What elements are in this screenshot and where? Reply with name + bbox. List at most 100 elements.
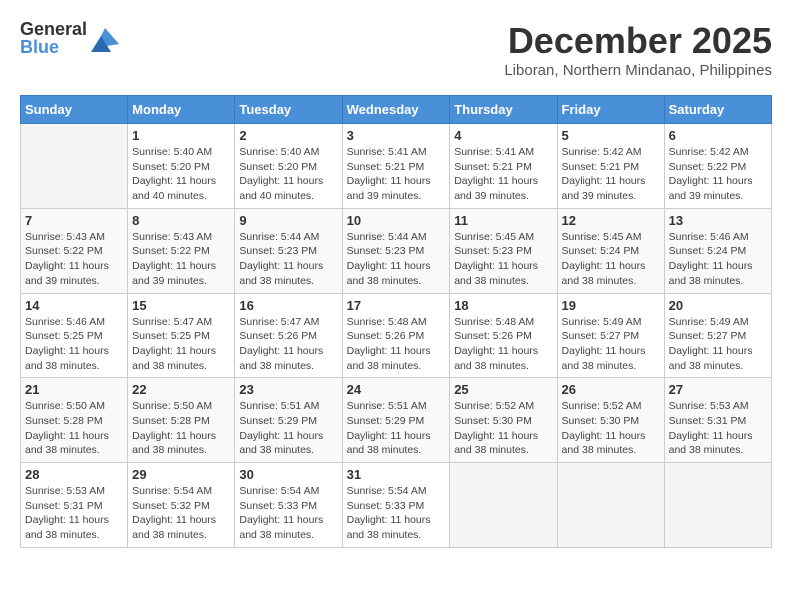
- calendar-day-header: Friday: [557, 96, 664, 124]
- day-info: Sunrise: 5:54 AMSunset: 5:33 PMDaylight:…: [239, 484, 337, 543]
- calendar-day-cell: 19 Sunrise: 5:49 AMSunset: 5:27 PMDayligh…: [557, 293, 664, 378]
- calendar-day-cell: 16 Sunrise: 5:47 AMSunset: 5:26 PMDayligh…: [235, 293, 342, 378]
- day-number: 29: [132, 467, 230, 482]
- day-number: 8: [132, 213, 230, 228]
- calendar-day-header: Monday: [128, 96, 235, 124]
- day-info: Sunrise: 5:40 AMSunset: 5:20 PMDaylight:…: [239, 145, 337, 204]
- day-number: 6: [669, 128, 767, 143]
- calendar-day-cell: 18 Sunrise: 5:48 AMSunset: 5:26 PMDayligh…: [450, 293, 557, 378]
- day-number: 7: [25, 213, 123, 228]
- day-info: Sunrise: 5:46 AMSunset: 5:24 PMDaylight:…: [669, 230, 767, 289]
- calendar-day-cell: 9 Sunrise: 5:44 AMSunset: 5:23 PMDaylight…: [235, 208, 342, 293]
- day-number: 28: [25, 467, 123, 482]
- day-number: 26: [562, 382, 660, 397]
- day-info: Sunrise: 5:47 AMSunset: 5:26 PMDaylight:…: [239, 315, 337, 374]
- calendar-day-cell: 14Sunrise: 5:46 AMSunset: 5:25 PMDayligh…: [21, 293, 128, 378]
- day-number: 11: [454, 213, 552, 228]
- day-number: 17: [347, 298, 446, 313]
- calendar-day-header: Saturday: [664, 96, 771, 124]
- calendar-day-cell: 12Sunrise: 5:45 AMSunset: 5:24 PMDayligh…: [557, 208, 664, 293]
- calendar-day-cell: 28 Sunrise: 5:53 AMSunset: 5:31 PMDayligh…: [21, 463, 128, 548]
- title-section: December 2025 Liboran, Northern Mindanao…: [504, 20, 772, 79]
- day-info: Sunrise: 5:52 AMSunset: 5:30 PMDaylight:…: [454, 399, 552, 458]
- day-number: 30: [239, 467, 337, 482]
- day-number: 2: [239, 128, 337, 143]
- day-number: 4: [454, 128, 552, 143]
- day-number: 22: [132, 382, 230, 397]
- calendar-day-cell: 11 Sunrise: 5:45 AMSunset: 5:23 PMDayligh…: [450, 208, 557, 293]
- day-number: 3: [347, 128, 446, 143]
- day-number: 25: [454, 382, 552, 397]
- calendar-week-row: 21 Sunrise: 5:50 AMSunset: 5:28 PMDayligh…: [21, 378, 772, 463]
- day-number: 13: [669, 213, 767, 228]
- day-info: Sunrise: 5:44 AMSunset: 5:23 PMDaylight:…: [347, 230, 446, 289]
- logo-general: General: [20, 20, 87, 38]
- day-number: 15: [132, 298, 230, 313]
- day-info: Sunrise: 5:50 AMSunset: 5:28 PMDaylight:…: [132, 399, 230, 458]
- calendar-day-header: Sunday: [21, 96, 128, 124]
- calendar-day-cell: 13 Sunrise: 5:46 AMSunset: 5:24 PMDayligh…: [664, 208, 771, 293]
- day-number: 27: [669, 382, 767, 397]
- logo-icon: [91, 24, 119, 52]
- location: Liboran, Northern Mindanao, Philippines: [504, 62, 772, 79]
- calendar-day-header: Thursday: [450, 96, 557, 124]
- month-title: December 2025: [504, 20, 772, 62]
- day-info: Sunrise: 5:42 AMSunset: 5:21 PMDaylight:…: [562, 145, 660, 204]
- day-info: Sunrise: 5:52 AMSunset: 5:30 PMDaylight:…: [562, 399, 660, 458]
- calendar-day-cell: 2 Sunrise: 5:40 AMSunset: 5:20 PMDaylight…: [235, 124, 342, 209]
- day-info: Sunrise: 5:51 AMSunset: 5:29 PMDaylight:…: [347, 399, 446, 458]
- calendar-day-cell: 5Sunrise: 5:42 AMSunset: 5:21 PMDaylight…: [557, 124, 664, 209]
- day-number: 18: [454, 298, 552, 313]
- day-number: 31: [347, 467, 446, 482]
- day-info: Sunrise: 5:40 AMSunset: 5:20 PMDaylight:…: [132, 145, 230, 204]
- day-number: 24: [347, 382, 446, 397]
- calendar-week-row: 14Sunrise: 5:46 AMSunset: 5:25 PMDayligh…: [21, 293, 772, 378]
- day-info: Sunrise: 5:43 AMSunset: 5:22 PMDaylight:…: [132, 230, 230, 289]
- calendar-day-cell: 20 Sunrise: 5:49 AMSunset: 5:27 PMDayligh…: [664, 293, 771, 378]
- calendar-day-cell: 3 Sunrise: 5:41 AMSunset: 5:21 PMDaylight…: [342, 124, 450, 209]
- calendar-table: SundayMondayTuesdayWednesdayThursdayFrid…: [20, 95, 772, 548]
- day-number: 10: [347, 213, 446, 228]
- calendar-day-cell: 30 Sunrise: 5:54 AMSunset: 5:33 PMDayligh…: [235, 463, 342, 548]
- calendar-day-cell: 8 Sunrise: 5:43 AMSunset: 5:22 PMDaylight…: [128, 208, 235, 293]
- day-info: Sunrise: 5:49 AMSunset: 5:27 PMDaylight:…: [562, 315, 660, 374]
- day-number: 19: [562, 298, 660, 313]
- day-info: Sunrise: 5:41 AMSunset: 5:21 PMDaylight:…: [347, 145, 446, 204]
- day-info: Sunrise: 5:41 AMSunset: 5:21 PMDaylight:…: [454, 145, 552, 204]
- day-number: 16: [239, 298, 337, 313]
- day-number: 20: [669, 298, 767, 313]
- calendar-day-cell: 22 Sunrise: 5:50 AMSunset: 5:28 PMDayligh…: [128, 378, 235, 463]
- calendar-day-cell: 6Sunrise: 5:42 AMSunset: 5:22 PMDaylight…: [664, 124, 771, 209]
- calendar-header-row: SundayMondayTuesdayWednesdayThursdayFrid…: [21, 96, 772, 124]
- day-number: 9: [239, 213, 337, 228]
- calendar-day-cell: 27 Sunrise: 5:53 AMSunset: 5:31 PMDayligh…: [664, 378, 771, 463]
- calendar-day-cell: 1Sunrise: 5:40 AMSunset: 5:20 PMDaylight…: [128, 124, 235, 209]
- calendar-day-cell: 25 Sunrise: 5:52 AMSunset: 5:30 PMDayligh…: [450, 378, 557, 463]
- day-info: Sunrise: 5:53 AMSunset: 5:31 PMDaylight:…: [25, 484, 123, 543]
- day-info: Sunrise: 5:47 AMSunset: 5:25 PMDaylight:…: [132, 315, 230, 374]
- calendar-day-cell: 31 Sunrise: 5:54 AMSunset: 5:33 PMDayligh…: [342, 463, 450, 548]
- day-info: Sunrise: 5:49 AMSunset: 5:27 PMDaylight:…: [669, 315, 767, 374]
- calendar-day-cell: 29Sunrise: 5:54 AMSunset: 5:32 PMDayligh…: [128, 463, 235, 548]
- day-info: Sunrise: 5:50 AMSunset: 5:28 PMDaylight:…: [25, 399, 123, 458]
- day-info: Sunrise: 5:44 AMSunset: 5:23 PMDaylight:…: [239, 230, 337, 289]
- calendar-day-cell: 23Sunrise: 5:51 AMSunset: 5:29 PMDayligh…: [235, 378, 342, 463]
- page-header: General Blue December 2025 Liboran, Nort…: [20, 20, 772, 79]
- calendar-day-cell: 17 Sunrise: 5:48 AMSunset: 5:26 PMDayligh…: [342, 293, 450, 378]
- day-info: Sunrise: 5:53 AMSunset: 5:31 PMDaylight:…: [669, 399, 767, 458]
- day-number: 21: [25, 382, 123, 397]
- day-info: Sunrise: 5:45 AMSunset: 5:23 PMDaylight:…: [454, 230, 552, 289]
- day-info: Sunrise: 5:54 AMSunset: 5:33 PMDaylight:…: [347, 484, 446, 543]
- day-info: Sunrise: 5:43 AMSunset: 5:22 PMDaylight:…: [25, 230, 123, 289]
- calendar-day-cell: [450, 463, 557, 548]
- day-number: 14: [25, 298, 123, 313]
- logo: General Blue: [20, 20, 119, 56]
- day-info: Sunrise: 5:48 AMSunset: 5:26 PMDaylight:…: [454, 315, 552, 374]
- logo-text: General Blue: [20, 20, 87, 56]
- calendar-day-cell: [21, 124, 128, 209]
- day-info: Sunrise: 5:48 AMSunset: 5:26 PMDaylight:…: [347, 315, 446, 374]
- calendar-day-header: Tuesday: [235, 96, 342, 124]
- calendar-day-cell: [557, 463, 664, 548]
- calendar-day-cell: 26 Sunrise: 5:52 AMSunset: 5:30 PMDayligh…: [557, 378, 664, 463]
- calendar-day-cell: 21 Sunrise: 5:50 AMSunset: 5:28 PMDayligh…: [21, 378, 128, 463]
